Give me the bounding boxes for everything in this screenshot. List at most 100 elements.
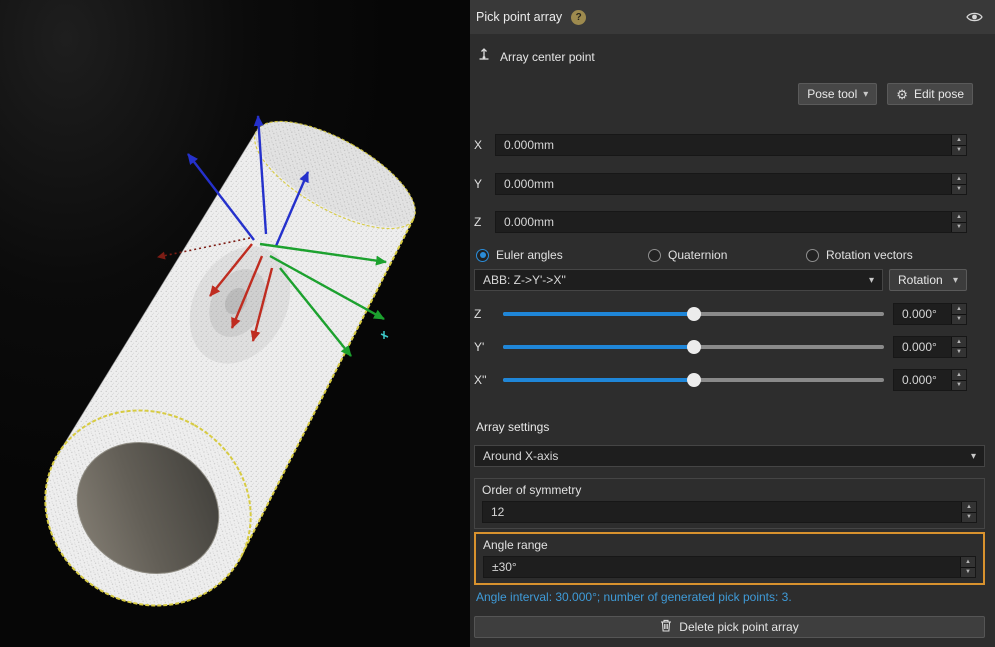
pose-tool-button[interactable]: Pose tool ▾ — [798, 83, 877, 105]
radio-icon — [476, 249, 489, 262]
z-rotation-row: Z 0.000° ▲ ▼ — [474, 303, 967, 325]
spinner-down-icon[interactable]: ▼ — [961, 567, 975, 578]
delete-label: Delete pick point array — [679, 620, 798, 634]
array-axis-value: Around X-axis — [483, 449, 971, 463]
help-icon[interactable]: ? — [571, 10, 586, 25]
radio-label: Rotation vectors — [826, 248, 913, 262]
chevron-down-icon: ▾ — [953, 275, 958, 286]
angle-range-input[interactable]: ±30° ▲ ▼ — [483, 556, 976, 578]
x-label: X — [474, 138, 487, 152]
euler-convention-select[interactable]: ABB: Z->Y'->X'' ▾ — [474, 269, 883, 291]
angle-range-label: Angle range — [483, 538, 976, 552]
trash-icon — [660, 619, 672, 635]
gear-icon: ⚙ — [896, 88, 908, 101]
y-prime-rotation-value: 0.000° — [894, 340, 951, 354]
array-center-point-icon — [476, 46, 492, 67]
order-of-symmetry-group: Order of symmetry 12 ▲ ▼ — [474, 478, 985, 529]
z-position-row: Z 0.000mm ▲ ▼ — [474, 211, 967, 233]
slider-handle[interactable] — [687, 340, 701, 354]
eye-icon[interactable] — [966, 11, 983, 23]
chevron-down-icon: ▾ — [863, 89, 868, 100]
angle-spinner: ▲ ▼ — [960, 557, 975, 577]
x-double-prime-rotation-spinner: ▲ ▼ — [951, 370, 966, 390]
spinner-down-icon[interactable]: ▼ — [952, 145, 966, 156]
panel-header: Pick point array ? — [470, 0, 995, 34]
slider-fill — [503, 345, 694, 349]
euler-convention-row: ABB: Z->Y'->X'' ▾ Rotation ▾ — [474, 269, 967, 291]
spinner-down-icon[interactable]: ▼ — [952, 184, 966, 195]
radio-icon — [648, 249, 661, 262]
array-center-point-section: Array center point — [474, 46, 985, 67]
array-axis-select[interactable]: Around X-axis ▾ — [474, 445, 985, 467]
array-settings-header: Array settings — [474, 420, 985, 434]
radio-label: Quaternion — [668, 248, 727, 262]
radio-euler-angles[interactable]: Euler angles — [476, 248, 648, 262]
spinner-up-icon[interactable]: ▲ — [952, 337, 966, 347]
spinner-up-icon[interactable]: ▲ — [952, 212, 966, 222]
edit-pose-label: Edit pose — [914, 87, 964, 101]
z-position-input[interactable]: 0.000mm ▲ ▼ — [495, 211, 967, 233]
chevron-down-icon: ▾ — [971, 451, 976, 462]
x-double-prime-rotation-input[interactable]: 0.000° ▲ ▼ — [893, 369, 967, 391]
radio-icon — [806, 249, 819, 262]
y-position-input[interactable]: 0.000mm ▲ ▼ — [495, 173, 967, 195]
spinner-up-icon[interactable]: ▲ — [952, 370, 966, 380]
z-rotation-label: Z — [474, 307, 494, 321]
radio-rotation-vectors[interactable]: Rotation vectors — [806, 248, 913, 262]
chevron-down-icon: ▾ — [869, 275, 874, 286]
slider-handle[interactable] — [687, 373, 701, 387]
spinner-down-icon[interactable]: ▼ — [962, 512, 976, 523]
rotation-button[interactable]: Rotation ▾ — [889, 269, 967, 291]
section-title: Array center point — [500, 50, 595, 64]
x-spinner: ▲ ▼ — [951, 135, 966, 155]
z-position-value: 0.000mm — [496, 215, 951, 229]
radio-quaternion[interactable]: Quaternion — [648, 248, 806, 262]
spinner-down-icon[interactable]: ▼ — [952, 222, 966, 233]
z-label: Z — [474, 215, 487, 229]
pose-toolbar: Pose tool ▾ ⚙ Edit pose — [474, 83, 973, 105]
x-double-prime-rotation-label: X'' — [474, 373, 494, 387]
x-position-value: 0.000mm — [496, 138, 951, 152]
edit-pose-button[interactable]: ⚙ Edit pose — [887, 83, 973, 105]
app-window: Pick point array ? Ar — [0, 0, 995, 647]
spinner-down-icon[interactable]: ▼ — [952, 314, 966, 325]
3d-viewport[interactable] — [0, 0, 470, 647]
panel-title: Pick point array — [476, 10, 562, 24]
rotation-mode-group: Euler angles Quaternion Rotation vectors — [474, 248, 967, 262]
angle-interval-info: Angle interval: 30.000°; number of gener… — [474, 590, 985, 604]
y-prime-rotation-input[interactable]: 0.000° ▲ ▼ — [893, 336, 967, 358]
y-label: Y — [474, 177, 487, 191]
spinner-up-icon[interactable]: ▲ — [962, 502, 976, 512]
x-double-prime-rotation-slider[interactable] — [503, 369, 884, 391]
delete-pick-point-array-button[interactable]: Delete pick point array — [474, 616, 985, 638]
pose-tool-label: Pose tool — [807, 87, 857, 101]
y-prime-rotation-slider[interactable] — [503, 336, 884, 358]
y-position-value: 0.000mm — [496, 177, 951, 191]
y-position-row: Y 0.000mm ▲ ▼ — [474, 173, 967, 195]
spinner-up-icon[interactable]: ▲ — [952, 135, 966, 145]
z-rotation-spinner: ▲ ▼ — [951, 304, 966, 324]
order-spinner: ▲ ▼ — [961, 502, 976, 522]
spinner-up-icon[interactable]: ▲ — [952, 304, 966, 314]
order-of-symmetry-input[interactable]: 12 ▲ ▼ — [482, 501, 977, 523]
spinner-up-icon[interactable]: ▲ — [961, 557, 975, 567]
spinner-down-icon[interactable]: ▼ — [952, 347, 966, 358]
z-rotation-value: 0.000° — [894, 307, 951, 321]
viewport-canvas — [0, 0, 470, 647]
slider-fill — [503, 312, 694, 316]
z-rotation-slider[interactable] — [503, 303, 884, 325]
radio-label: Euler angles — [496, 248, 563, 262]
x-position-input[interactable]: 0.000mm ▲ ▼ — [495, 134, 967, 156]
y-spinner: ▲ ▼ — [951, 174, 966, 194]
euler-convention-value: ABB: Z->Y'->X'' — [483, 273, 869, 287]
spinner-down-icon[interactable]: ▼ — [952, 380, 966, 391]
spinner-up-icon[interactable]: ▲ — [952, 174, 966, 184]
y-prime-rotation-spinner: ▲ ▼ — [951, 337, 966, 357]
z-spinner: ▲ ▼ — [951, 212, 966, 232]
x-double-prime-rotation-row: X'' 0.000° ▲ ▼ — [474, 369, 967, 391]
angle-range-value: ±30° — [484, 560, 960, 574]
angle-range-group: Angle range ±30° ▲ ▼ — [474, 532, 985, 585]
slider-fill — [503, 378, 694, 382]
slider-handle[interactable] — [687, 307, 701, 321]
z-rotation-input[interactable]: 0.000° ▲ ▼ — [893, 303, 967, 325]
